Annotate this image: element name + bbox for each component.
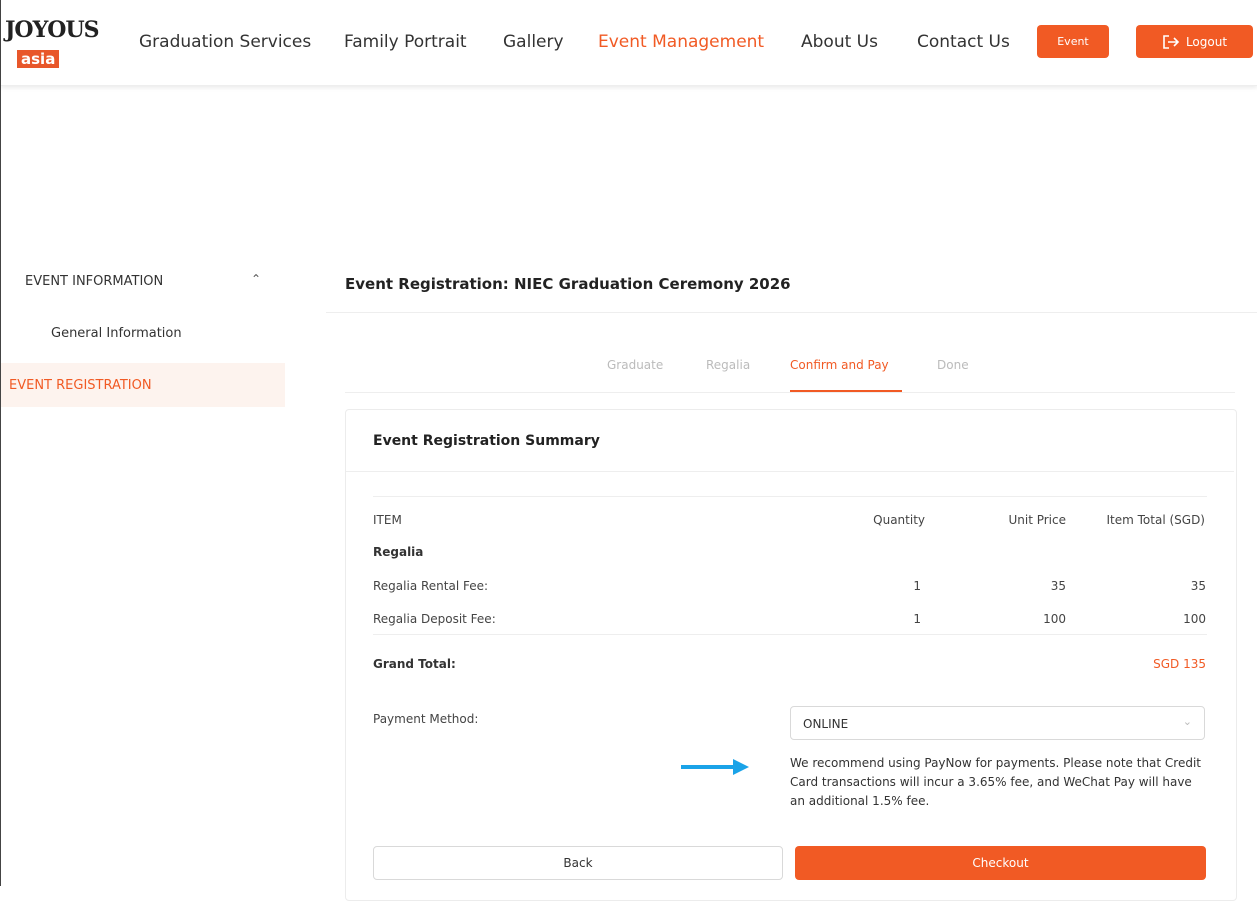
step-regalia[interactable]: Regalia: [706, 358, 750, 372]
summary-card: [345, 409, 1237, 901]
sidebar-item-label: General Information: [51, 325, 182, 341]
step-confirm-and-pay[interactable]: Confirm and Pay: [790, 358, 889, 372]
nav-event-management[interactable]: Event Management: [598, 32, 764, 52]
sidebar-item-general-information[interactable]: General Information: [1, 310, 285, 356]
sidebar-section-event-information[interactable]: EVENT INFORMATION ⌃: [1, 258, 285, 304]
sidebar-section-label: EVENT INFORMATION: [25, 273, 164, 289]
sidebar-item-event-registration[interactable]: EVENT REGISTRATION: [1, 363, 285, 407]
arrow-right-icon: [681, 759, 749, 775]
group-label-regalia: Regalia: [373, 545, 424, 559]
row-total: 35: [1190, 579, 1206, 593]
steps-baseline: [345, 392, 1235, 393]
summary-title: Event Registration Summary: [373, 433, 600, 449]
grand-total-value: SGD 135: [1153, 657, 1206, 671]
payment-method-value: ONLINE: [803, 717, 849, 731]
step-graduate[interactable]: Graduate: [607, 358, 663, 372]
nav-family-portrait[interactable]: Family Portrait: [344, 32, 467, 52]
logout-button[interactable]: Logout: [1136, 25, 1253, 58]
joyous-asia-logo[interactable]: JOYOUS asia: [3, 18, 100, 70]
logo-text-top: JOYOUS: [5, 17, 100, 43]
row-quantity: 1: [913, 579, 921, 593]
column-header-item-total: Item Total (SGD): [1106, 513, 1206, 527]
title-divider: [326, 312, 1257, 313]
payment-note: We recommend using PayNow for payments. …: [790, 756, 1202, 808]
row-item: Regalia Rental Fee:: [373, 579, 489, 593]
row-unit-price: 100: [1043, 612, 1066, 626]
chevron-up-icon: ⌃: [251, 272, 262, 286]
logo-text-bottom: asia: [17, 50, 60, 68]
logout-icon: [1163, 34, 1180, 49]
table-top-line: [373, 496, 1207, 497]
payment-method-select[interactable]: ONLINE ⌄: [790, 706, 1205, 740]
column-header-unit-price: Unit Price: [1008, 513, 1066, 527]
nav-graduation-services[interactable]: Graduation Services: [139, 32, 311, 52]
row-unit-price: 35: [1050, 579, 1066, 593]
nav-about-us[interactable]: About Us: [801, 32, 878, 52]
active-step-indicator: [790, 390, 902, 392]
logout-label: Logout: [1185, 34, 1228, 49]
back-button[interactable]: Back: [373, 846, 783, 880]
top-header: JOYOUS asia Graduation Services Family P…: [1, 0, 1257, 86]
nav-contact-us[interactable]: Contact Us: [917, 32, 1010, 52]
event-button[interactable]: Event: [1037, 25, 1109, 58]
payment-method-label: Payment Method:: [373, 712, 479, 726]
column-header-quantity: Quantity: [873, 513, 925, 527]
grand-total-divider: [373, 634, 1207, 635]
checkout-button[interactable]: Checkout: [795, 846, 1206, 880]
page-title: Event Registration: NIEC Graduation Cere…: [345, 275, 791, 293]
row-total: 100: [1183, 612, 1206, 626]
row-item: Regalia Deposit Fee:: [373, 612, 496, 626]
sidebar-item-label: EVENT REGISTRATION: [9, 377, 152, 393]
nav-gallery[interactable]: Gallery: [503, 32, 564, 52]
step-done[interactable]: Done: [937, 358, 969, 372]
column-header-item: ITEM: [373, 513, 402, 527]
grand-total-label: Grand Total:: [373, 657, 456, 671]
chevron-down-icon: ⌄: [1182, 715, 1192, 728]
summary-title-divider: [346, 471, 1234, 472]
row-quantity: 1: [913, 612, 921, 626]
